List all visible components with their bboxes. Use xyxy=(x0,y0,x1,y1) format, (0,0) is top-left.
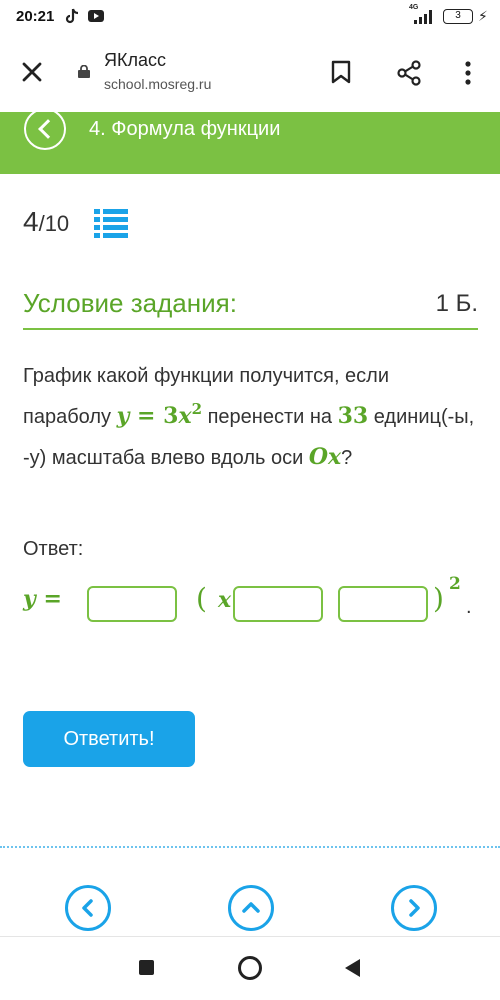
chevron-left-icon xyxy=(82,899,93,917)
scroll-up-button[interactable] xyxy=(228,885,274,931)
formula-eq: = xyxy=(129,403,164,429)
formula-var: x xyxy=(178,403,192,429)
previous-task-button[interactable] xyxy=(65,885,111,931)
system-navigation-bar xyxy=(0,937,500,1000)
task-list-icon[interactable] xyxy=(94,208,128,238)
task-total: /10 xyxy=(38,211,70,236)
battery-icon: 3 xyxy=(443,9,473,24)
answer-input-2[interactable] xyxy=(233,586,323,622)
back-icon[interactable] xyxy=(345,959,360,977)
answer-close-paren: ) xyxy=(433,582,444,615)
answer-input-1[interactable] xyxy=(87,586,177,622)
dotted-divider xyxy=(0,846,500,848)
status-time: 20:21 xyxy=(16,8,55,25)
shift-number: 33 xyxy=(337,403,369,429)
site-url[interactable]: school.mosreg.ru xyxy=(104,76,211,92)
lesson-title: 4. Формула функции xyxy=(89,118,281,140)
tiktok-icon xyxy=(65,8,79,24)
home-icon[interactable] xyxy=(238,956,262,980)
chevron-right-icon xyxy=(409,899,420,917)
answer-x: x xyxy=(218,587,232,613)
question-part: перенести на xyxy=(202,406,338,428)
lesson-back-button[interactable] xyxy=(24,108,66,150)
bookmark-icon[interactable] xyxy=(330,60,352,84)
answer-row: y = ( x ) 2 . xyxy=(23,574,483,628)
share-icon[interactable] xyxy=(395,59,423,87)
charging-icon: ⚡ xyxy=(478,8,488,24)
browser-toolbar: ЯКласс school.mosreg.ru xyxy=(0,34,500,112)
formula-lhs: y xyxy=(116,403,130,429)
status-bar: 20:21 4G 3 ⚡ xyxy=(0,0,500,34)
next-task-button[interactable] xyxy=(391,885,437,931)
answer-input-3[interactable] xyxy=(338,586,428,622)
task-current: 4 xyxy=(23,206,39,237)
youtube-icon xyxy=(88,10,104,22)
submit-button[interactable]: Ответить! xyxy=(23,711,195,767)
signal-icon xyxy=(414,10,432,24)
answer-period: . xyxy=(466,596,472,618)
question-part: ? xyxy=(341,447,353,469)
task-counter: 4/10 xyxy=(23,206,69,238)
close-icon[interactable] xyxy=(18,58,46,86)
chevron-up-icon xyxy=(242,902,260,913)
answer-label: Ответ: xyxy=(23,538,84,560)
formula-exp: 2 xyxy=(191,400,203,418)
site-title: ЯКласс xyxy=(104,50,166,70)
formula: y = 3x2 xyxy=(116,400,203,430)
task-points: 1 Б. xyxy=(435,290,478,317)
lock-icon xyxy=(78,65,90,78)
formula-coef: 3 xyxy=(163,403,179,429)
answer-exponent: 2 xyxy=(449,574,461,594)
shift-value: 33 xyxy=(338,403,369,429)
condition-heading: Условие задания: xyxy=(23,288,237,318)
question-text: График какой функции получится, если пар… xyxy=(23,356,478,478)
lesson-header: 4. Формула функции xyxy=(0,108,500,174)
more-options-icon[interactable] xyxy=(462,59,474,87)
answer-open-paren: ( xyxy=(196,582,207,615)
condition-divider xyxy=(23,328,478,330)
recent-apps-icon[interactable] xyxy=(139,960,154,975)
axis-name: Ox xyxy=(308,444,342,470)
answer-lhs: y = xyxy=(23,586,62,612)
